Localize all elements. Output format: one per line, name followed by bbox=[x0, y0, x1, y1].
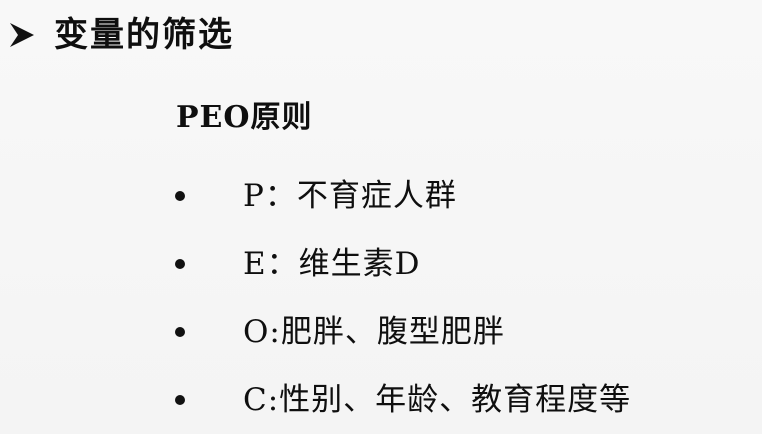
slide-canvas: 变量的筛选 PEO原则 P：不育症人群 E：维生素D O:肥胖、腹型肥胖 C:性… bbox=[0, 0, 762, 434]
bullet-list: P：不育症人群 E：维生素D O:肥胖、腹型肥胖 C:性别、年龄、教育程度等 bbox=[168, 162, 728, 434]
bullet-item: O:肥胖、腹型肥胖 bbox=[168, 298, 728, 366]
arrow-right-triangle-icon bbox=[10, 23, 34, 47]
slide-title: 变量的筛选 bbox=[54, 15, 234, 55]
bullet-dot-icon bbox=[175, 395, 185, 405]
bullet-dot-icon bbox=[175, 327, 185, 337]
bullet-text: P：不育症人群 bbox=[243, 177, 457, 214]
bullet-item: E：维生素D bbox=[168, 230, 728, 298]
bullet-text: E：维生素D bbox=[243, 245, 421, 282]
slide-subtitle: PEO原则 bbox=[176, 100, 313, 135]
bullet-text: O:肥胖、腹型肥胖 bbox=[243, 313, 505, 350]
bullet-dot-icon bbox=[175, 259, 185, 269]
bullet-item: C:性别、年龄、教育程度等 bbox=[168, 366, 728, 434]
bullet-item: P：不育症人群 bbox=[168, 162, 728, 230]
bullet-dot-icon bbox=[175, 191, 185, 201]
bullet-text: C:性别、年龄、教育程度等 bbox=[243, 381, 632, 418]
title-row: 变量的筛选 bbox=[8, 10, 234, 60]
